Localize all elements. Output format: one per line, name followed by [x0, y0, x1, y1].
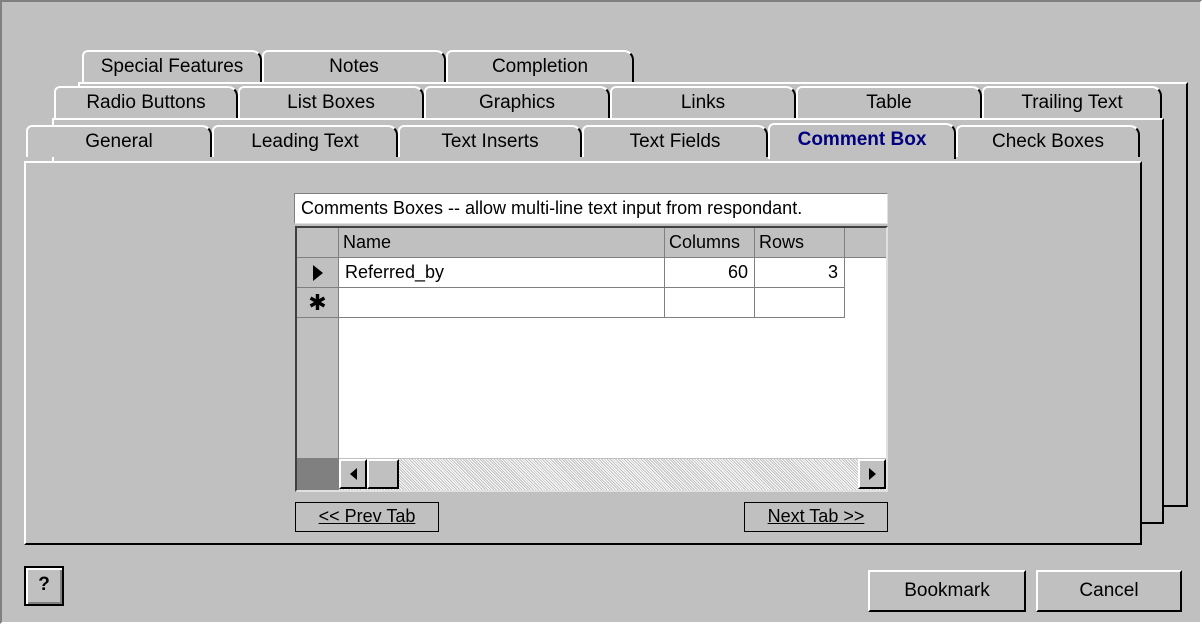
tab-completion[interactable]: Completion: [446, 50, 634, 82]
record-selector-column: [297, 318, 339, 458]
tab-leading-text[interactable]: Leading Text: [212, 125, 398, 157]
column-header-rows[interactable]: Rows: [755, 228, 845, 258]
scroll-right-icon: [868, 467, 876, 480]
bookmark-button[interactable]: Bookmark: [868, 570, 1026, 612]
header-filler: [845, 228, 886, 258]
tab-text-inserts[interactable]: Text Inserts: [398, 125, 582, 157]
horizontal-scrollbar[interactable]: [339, 458, 886, 490]
tab-notes[interactable]: Notes: [262, 50, 446, 82]
help-icon: ?: [38, 574, 50, 595]
tab-special-features[interactable]: Special Features: [82, 50, 262, 82]
scroll-left-icon: [349, 467, 357, 480]
corner-header[interactable]: [297, 228, 339, 258]
column-header-columns[interactable]: Columns: [665, 228, 755, 258]
record-selector-current[interactable]: [297, 258, 339, 288]
next-tab-button[interactable]: Next Tab >>: [744, 502, 888, 532]
tab-table[interactable]: Table: [796, 86, 982, 118]
tab-check-boxes[interactable]: Check Boxes: [956, 125, 1140, 157]
cell-rows[interactable]: 3: [755, 258, 845, 288]
scroll-left-button[interactable]: [339, 459, 367, 489]
tab-comment-box[interactable]: Comment Box: [768, 123, 956, 159]
cell-name-new[interactable]: [339, 288, 665, 318]
cancel-button[interactable]: Cancel: [1036, 570, 1182, 612]
current-record-arrow-icon: [312, 265, 323, 282]
tab-general[interactable]: General: [26, 125, 212, 157]
scroll-corner: [297, 458, 339, 490]
record-selector-new[interactable]: ✱: [297, 288, 339, 318]
scroll-right-button[interactable]: [858, 459, 886, 489]
cell-rows-new[interactable]: [755, 288, 845, 318]
comment-box-datasheet[interactable]: Name Columns Rows Referred_by 60 3 ✱: [295, 226, 888, 492]
help-button[interactable]: ?: [24, 566, 64, 606]
cell-columns-new[interactable]: [665, 288, 755, 318]
tab-links[interactable]: Links: [610, 86, 796, 118]
tab-graphics[interactable]: Graphics: [424, 86, 610, 118]
tab-radio-buttons[interactable]: Radio Buttons: [54, 86, 238, 118]
new-record-asterisk-icon: ✱: [308, 290, 327, 315]
prev-tab-button[interactable]: << Prev Tab: [295, 502, 439, 532]
tab-trailing-text[interactable]: Trailing Text: [982, 86, 1162, 118]
column-header-name[interactable]: Name: [339, 228, 665, 258]
tab-list-boxes[interactable]: List Boxes: [238, 86, 424, 118]
cell-name[interactable]: Referred_by: [339, 258, 665, 288]
tab-text-fields[interactable]: Text Fields: [582, 125, 768, 157]
scroll-thumb[interactable]: [367, 459, 399, 489]
description-text: Comments Boxes -- allow multi-line text …: [294, 193, 888, 224]
cell-columns[interactable]: 60: [665, 258, 755, 288]
